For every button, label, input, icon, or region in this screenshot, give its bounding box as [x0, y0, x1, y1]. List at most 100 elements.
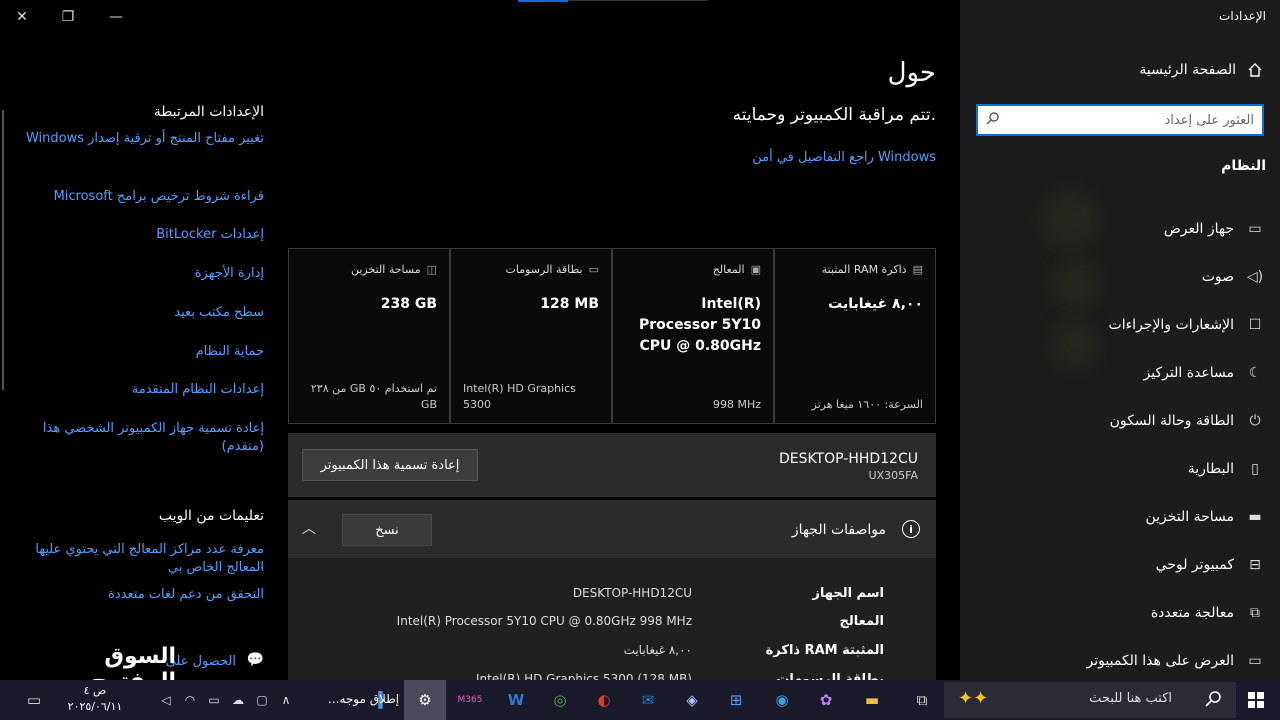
settings-taskbar-icon[interactable]: ⚙ [404, 680, 446, 720]
battery-icon: ▯ [1251, 461, 1259, 477]
speaker-icon: ◁) [1246, 269, 1264, 285]
sidebar-item-battery[interactable]: ▯ البطارية [960, 445, 1280, 493]
card-label: بطاقة الرسومات [505, 263, 583, 276]
sidebar-item-storage[interactable]: ▬ مساحة التخزين [960, 493, 1280, 541]
restore-icon[interactable]: ❐ [48, 4, 88, 30]
sidebar-item-label: البطارية [1187, 461, 1234, 477]
spec-label: ذاكرة RAM المثبتة [765, 643, 884, 658]
spec-value: DESKTOP-HHD12CU [572, 586, 692, 600]
home-nav-item[interactable]: الصفحة الرئيسية [1139, 62, 1264, 78]
taskbar-clock[interactable]: ص ٤ ٢٠٢٥/٠٦/١١ [60, 683, 130, 715]
security-details-link[interactable]: راجع التفاصيل في أمن Windows [752, 150, 936, 165]
taskbar-app-label[interactable]: إطلاق موجه... [328, 692, 399, 706]
close-icon[interactable]: ✕ [2, 4, 42, 30]
project-icon: ▭ [1248, 653, 1262, 669]
advanced-system-settings-link[interactable]: إعدادات النظام المتقدمة [24, 381, 264, 399]
gpu-icon: ▭ [588, 263, 599, 276]
settings-search-input[interactable] [1000, 112, 1254, 128]
tablet-icon: ⊟ [1249, 557, 1261, 573]
ram-icon: ▤ [912, 263, 923, 276]
file-explorer-icon[interactable]: ▬ [858, 686, 886, 714]
disk-icon: ◫ [426, 263, 437, 276]
system-nav-list: ▭ جهاز العرض ◁) صوت ☐ الإشعارات والإجراءات … [960, 205, 1280, 680]
page-title: حول [887, 58, 936, 88]
cpu-card: ▣ المعالج Intel(R) Processor 5Y10 CPU @ 0… [612, 248, 774, 424]
windows-start-icon[interactable] [1242, 686, 1270, 714]
ram-card: ▤ ذاكرة RAM المثبتة ٨,٠٠ غيغابايت السرعة:… [774, 248, 936, 424]
rename-pc-advanced-link[interactable]: إعادة تسمية جهاز الكمبيوتر الشخصي هذا (م… [24, 420, 264, 456]
app-cube-icon[interactable]: ◈ [678, 686, 706, 714]
storage-icon: ▬ [1248, 509, 1262, 525]
sidebar-item-power[interactable]: ⏻ الطاقة وحالة السكون [960, 397, 1280, 445]
sidebar-item-label: الطاقة وحالة السكون [1109, 413, 1234, 429]
storage-card: ◫ مساحة التخزين 238 GB تم استخدام ٥٠ GB م… [288, 248, 450, 424]
card-value: ٨,٠٠ غيغابايت [828, 296, 923, 312]
clock-date: ٢٠٢٥/٠٦/١١ [67, 700, 123, 713]
copilot-icon[interactable]: ✿ [812, 686, 840, 714]
spec-label: بطاقة الرسومات [776, 672, 884, 680]
system-protection-link[interactable]: حماية النظام [24, 343, 264, 361]
bitlocker-link[interactable]: إعدادات BitLocker [24, 226, 264, 244]
settings-search-box[interactable] [976, 104, 1264, 136]
device-specs-header[interactable]: i مواصفات الجهاز نسخ ︿ [288, 500, 936, 558]
card-label: المعالج [712, 263, 745, 276]
powerpoint-icon[interactable]: ◐ [590, 686, 618, 714]
license-terms-link[interactable]: قراءة شروط ترخيص برامج Microsoft [24, 188, 264, 206]
card-value: 238 GB [380, 296, 437, 312]
sidebar-item-display[interactable]: ▭ جهاز العرض [960, 205, 1280, 253]
battery-icon[interactable]: ▭ [200, 686, 228, 714]
cloud-icon[interactable]: ☁ [224, 686, 252, 714]
loading-progress-track [568, 0, 708, 1]
phone-link-icon[interactable]: ▢ [248, 686, 276, 714]
sidebar-item-notifications[interactable]: ☐ الإشعارات والإجراءات [960, 301, 1280, 349]
taskbar-search-box[interactable]: ✦✦ [944, 682, 1236, 718]
scrollbar[interactable] [2, 110, 4, 390]
m365-label: M365 [457, 695, 483, 705]
wifi-icon[interactable]: ◠ [176, 686, 204, 714]
clock-time: ص ٤ [83, 684, 107, 697]
change-product-key-link[interactable]: تغيير مفتاح المنتج أو ترقية إصدار Window… [24, 130, 264, 148]
rename-pc-button[interactable]: إعادة تسمية هذا الكمبيوتر [302, 449, 478, 481]
sidebar-item-label: العرض على هذا الكمبيوتر [1086, 653, 1234, 669]
cpu-cores-help-link[interactable]: معرفة عدد مراكز المعالج التي يحتوي عليها… [24, 541, 264, 577]
chevron-up-icon[interactable]: ∧ [272, 686, 300, 714]
sidebar-item-tablet[interactable]: ⊟ كمبيوتر لوحي [960, 541, 1280, 589]
chevron-up-icon[interactable]: ︿ [302, 518, 316, 538]
store-icon[interactable]: ⊞ [722, 686, 750, 714]
word-icon[interactable]: W [502, 686, 530, 714]
pc-model: UX305FA [868, 469, 918, 482]
spec-value: ٨,٠٠ غيغابايت [623, 643, 692, 657]
remote-desktop-link[interactable]: سطح مكتب بعيد [24, 304, 264, 322]
multitask-icon: ⧉ [1250, 605, 1260, 621]
taskbar-search-input[interactable] [1032, 691, 1172, 706]
card-foot: Intel(R) HD Graphics 5300 [463, 382, 576, 411]
chrome-icon[interactable]: ◎ [546, 686, 574, 714]
edge-icon[interactable]: ◉ [768, 686, 796, 714]
copy-button[interactable]: نسخ [342, 514, 432, 546]
copilot-sparkle-icon[interactable]: ✦✦ [958, 688, 988, 709]
sidebar-item-multitasking[interactable]: ⧉ معالجة متعددة [960, 589, 1280, 637]
spec-row: المعالج Intel(R) Processor 5Y10 CPU @ 0.… [288, 608, 936, 636]
info-icon: i [902, 520, 920, 538]
microsoft-365-icon[interactable]: M365 [456, 686, 484, 714]
sidebar-item-label: مساعدة التركيز [1143, 365, 1234, 381]
taskbar: ✦✦ ⧉ ▬ ✿ ◉ ⊞ ◈ ✉ ◐ ◎ W M365 ⚙ ▍ إطلاق مو… [0, 680, 1280, 720]
task-view-icon[interactable]: ⧉ [908, 686, 936, 714]
device-specs-panel: i مواصفات الجهاز نسخ ︿ اسم الجهاز DESKTO… [288, 500, 936, 680]
minimize-icon[interactable]: — [96, 4, 136, 30]
sidebar-item-projecting[interactable]: ▭ العرض على هذا الكمبيوتر [960, 637, 1280, 680]
outlook-icon[interactable]: ✉ [634, 686, 662, 714]
sidebar-item-focus[interactable]: ☾ مساعدة التركيز [960, 349, 1280, 397]
language-support-help-link[interactable]: التحقق من دعم لغات متعددة [24, 586, 264, 604]
sidebar-item-label: الإشعارات والإجراءات [1108, 317, 1234, 333]
spec-row: ذاكرة RAM المثبتة ٨,٠٠ غيغابايت [288, 637, 936, 665]
volume-icon[interactable]: ◁ [152, 686, 180, 714]
card-label: مساحة التخزين [351, 263, 421, 276]
protection-status: تتم مراقبة الكمبيوتر وحمايته. [732, 105, 936, 125]
card-label: ذاكرة RAM المثبتة [821, 263, 907, 276]
notification-center-icon[interactable]: ▭ [20, 686, 48, 714]
card-value: 128 MB [540, 296, 599, 312]
spec-value: Intel(R) HD Graphics 5300 (128 MB) [476, 672, 692, 680]
sidebar-item-sound[interactable]: ◁) صوت [960, 253, 1280, 301]
device-manager-link[interactable]: إدارة الأجهزة [24, 265, 264, 283]
